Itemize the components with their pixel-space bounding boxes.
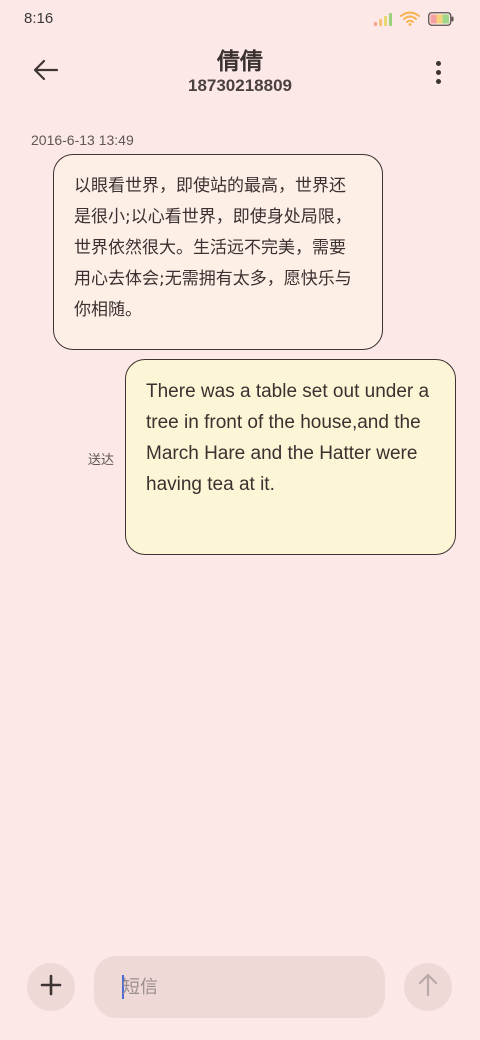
- outgoing-message-bubble[interactable]: There was a table set out under a tree i…: [125, 359, 456, 555]
- signal-icon: [374, 12, 392, 26]
- conversation-header: 倩倩 18730218809: [0, 40, 480, 110]
- plus-icon: [40, 974, 62, 1000]
- delivery-status: 送达: [88, 453, 115, 468]
- battery-icon: [428, 11, 454, 26]
- contact-number: 18730218809: [187, 76, 292, 95]
- add-attachment-button[interactable]: [27, 963, 75, 1011]
- send-button[interactable]: [404, 963, 452, 1011]
- message-input[interactable]: [122, 956, 372, 1018]
- status-bar: 8:16: [0, 0, 480, 40]
- message-timestamp: 2016-6-13 13:49: [31, 132, 134, 148]
- status-icons: [374, 11, 454, 26]
- outgoing-message-text: There was a table set out under a tree i…: [146, 381, 430, 495]
- wifi-icon: [400, 11, 420, 26]
- more-vertical-icon: [435, 60, 441, 66]
- arrow-up-icon: [417, 973, 439, 1001]
- message-input-container[interactable]: [94, 956, 385, 1018]
- status-time: 8:16: [24, 10, 54, 27]
- incoming-message-text: 以眼看世界，即使站的最高，世界还是很小;以心看世界，即使身处局限，世界依然很大。…: [74, 176, 352, 320]
- incoming-message-bubble[interactable]: 以眼看世界，即使站的最高，世界还是很小;以心看世界，即使身处局限，世界依然很大。…: [53, 154, 383, 350]
- more-options-button[interactable]: [426, 54, 450, 90]
- contact-name: 倩倩: [217, 49, 263, 75]
